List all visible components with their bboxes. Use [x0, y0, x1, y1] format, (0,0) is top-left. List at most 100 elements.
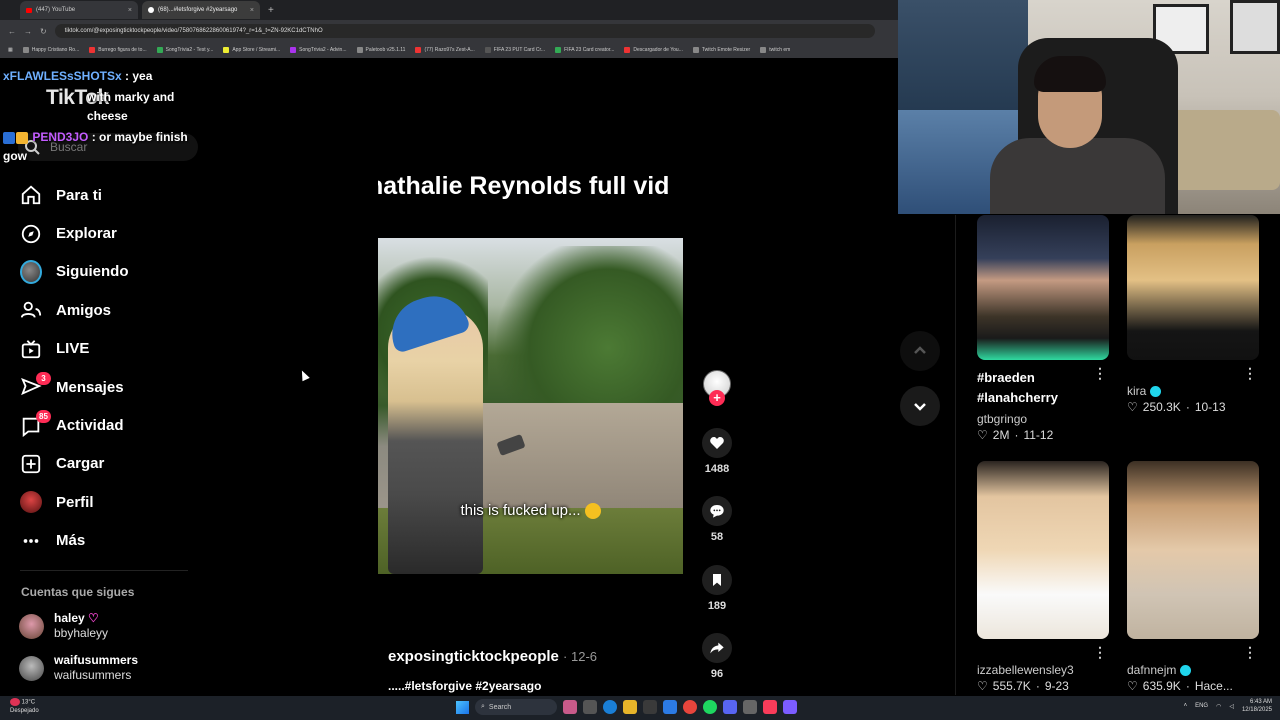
bookmark[interactable]: App Store / Streami...: [223, 47, 280, 53]
nav-item-explorar[interactable]: Explorar: [20, 214, 190, 252]
nav-item-siguiendo[interactable]: Siguiendo: [20, 253, 190, 291]
nav-item-mas[interactable]: Más: [20, 522, 190, 560]
taskbar-search[interactable]: ⌕ Search: [475, 699, 557, 715]
related-video-card[interactable]: ⋮ kira ♡ 250.3K · 10-13: [1127, 215, 1259, 414]
follow-plus-icon[interactable]: +: [709, 390, 725, 406]
related-video-card[interactable]: ⋮ izzabellewensley3 ♡ 555.7K · 9-23: [977, 461, 1109, 693]
nav-label: LIVE: [56, 340, 90, 358]
volume-icon[interactable]: ◁: [1229, 703, 1234, 710]
video-author[interactable]: exposingticktockpeople · 12-6: [388, 648, 597, 665]
close-icon[interactable]: ×: [128, 7, 132, 14]
weather-widget[interactable]: 13°C Despejado: [10, 698, 39, 715]
tab-tiktok[interactable]: (68)...#letsforgive #2yearsago ×: [142, 1, 260, 19]
close-icon[interactable]: ×: [250, 7, 254, 14]
heart-outline-icon: ♡: [1127, 400, 1138, 414]
bookmark[interactable]: Twitch Emote Resizer: [692, 47, 750, 53]
sidebar-divider: [20, 570, 188, 571]
language-indicator[interactable]: ENG: [1195, 703, 1208, 709]
related-video-stats: ♡ 2M · 11-12: [977, 428, 1054, 442]
bookmark[interactable]: FIFA 23 Card creator...: [555, 47, 614, 53]
live-tv-icon: [20, 338, 42, 360]
store-icon[interactable]: [643, 700, 657, 714]
edge-icon[interactable]: [603, 700, 617, 714]
video-thumbnail[interactable]: [977, 461, 1109, 639]
verified-icon: [1180, 664, 1192, 676]
author-name[interactable]: exposingticktockpeople: [388, 648, 559, 665]
related-video-user[interactable]: kira: [1127, 384, 1259, 398]
url-field[interactable]: tiktok.com/@exposingticktockpeople/video…: [54, 24, 875, 38]
tab-youtube[interactable]: (447) YouTube ×: [20, 1, 138, 19]
activity-badge: 85: [36, 410, 51, 424]
nav-label: Perfil: [56, 493, 94, 511]
wifi-icon[interactable]: ◠: [1216, 703, 1221, 710]
chat-text: : yea: [125, 69, 153, 83]
related-video-title[interactable]: #braeden #lanahcherry: [977, 368, 1109, 408]
video-thumbnail[interactable]: [1127, 461, 1259, 639]
post-date: 11-12: [1023, 428, 1054, 442]
chat-message: with marky and cheese: [3, 88, 203, 126]
system-tray: ˄ ENG ◠ ◁ 6:43 AM 12/18/2025: [1184, 698, 1272, 714]
video-thumbnail[interactable]: [1127, 215, 1259, 360]
previous-video-button[interactable]: [900, 331, 940, 371]
reload-icon[interactable]: ↻: [40, 27, 47, 36]
video-player[interactable]: this is fucked up...: [378, 238, 683, 574]
comment-button[interactable]: 58: [700, 496, 734, 543]
apps-icon[interactable]: ▦: [8, 47, 13, 53]
discord-icon[interactable]: [723, 700, 737, 714]
more-options-icon[interactable]: ⋮: [1093, 365, 1107, 382]
task-view-icon[interactable]: [583, 700, 597, 714]
like-button[interactable]: 1488: [700, 428, 734, 475]
app-icon[interactable]: [743, 700, 757, 714]
file-explorer-icon[interactable]: [623, 700, 637, 714]
more-options-icon[interactable]: ⋮: [1093, 644, 1107, 661]
video-description[interactable]: .....#letsforgive #2yearsago: [388, 679, 541, 693]
bookmark[interactable]: SongTrivia2 - Advin...: [290, 47, 347, 53]
account-name: haley ♡: [54, 611, 99, 625]
nav-item-para-ti[interactable]: Para ti: [20, 176, 190, 214]
music-icon[interactable]: [763, 700, 777, 714]
spotify-icon[interactable]: [703, 700, 717, 714]
bookmark[interactable]: Happy Cristiano Ro...: [22, 47, 79, 53]
related-video-user[interactable]: izzabellewensley3: [977, 663, 1109, 677]
related-video-user[interactable]: dafnnejm: [1127, 663, 1259, 677]
bookmark[interactable]: SongTrivia2 - Test y...: [156, 47, 213, 53]
nav-item-cargar[interactable]: Cargar: [20, 445, 190, 483]
related-video-card[interactable]: ⋮ dafnnejm ♡ 635.9K · Hace...: [1127, 461, 1259, 693]
following-accounts-title: Cuentas que sigues: [21, 585, 135, 599]
next-video-button[interactable]: [900, 386, 940, 426]
more-options-icon[interactable]: ⋮: [1243, 644, 1257, 661]
nav-item-live[interactable]: LIVE: [20, 330, 190, 368]
related-video-stats: ♡ 250.3K · 10-13: [1127, 400, 1226, 414]
related-video-card[interactable]: ⋮ #braeden #lanahcherry gtbgringo ♡ 2M · …: [977, 215, 1109, 442]
following-account[interactable]: haley ♡ bbyhaleyy: [19, 611, 189, 641]
clock[interactable]: 6:43 AM 12/18/2025: [1242, 698, 1272, 714]
chat-text: with marky and cheese: [87, 90, 175, 123]
mail-icon[interactable]: [663, 700, 677, 714]
bookmark[interactable]: Paletoob v25.1.11: [356, 47, 405, 53]
bookmark[interactable]: twitch em: [760, 47, 790, 53]
video-thumbnail[interactable]: [977, 215, 1109, 360]
more-options-icon[interactable]: ⋮: [1243, 365, 1257, 382]
bookmark[interactable]: (77) Razo97s Zest-A...: [415, 47, 475, 53]
widget-icon[interactable]: [563, 700, 577, 714]
share-button[interactable]: 96: [700, 633, 734, 680]
chevron-up-icon[interactable]: ˄: [1184, 703, 1188, 709]
following-account[interactable]: waifusummers waifusummers: [19, 653, 189, 683]
forward-icon[interactable]: →: [24, 27, 32, 36]
chrome-icon[interactable]: [683, 700, 697, 714]
save-button[interactable]: 189: [700, 565, 734, 612]
new-tab-icon[interactable]: +: [268, 5, 274, 16]
avatar: [19, 655, 44, 681]
bookmark[interactable]: FIFA 23 PUT Card Cr...: [484, 47, 545, 53]
bookmark[interactable]: Burrego figura de to...: [89, 47, 147, 53]
bookmark[interactable]: Descargador de You...: [624, 47, 683, 53]
related-video-user[interactable]: gtbgringo: [977, 412, 1109, 426]
nav-item-actividad[interactable]: 85 Actividad: [20, 406, 190, 444]
windows-start-icon[interactable]: [456, 700, 469, 714]
teams-icon[interactable]: [783, 700, 797, 714]
nav-item-mensajes[interactable]: 3 Mensajes: [20, 368, 190, 406]
tab-label: (68)...#letsforgive #2yearsago: [158, 7, 238, 13]
back-icon[interactable]: ←: [8, 27, 16, 36]
nav-item-perfil[interactable]: Perfil: [20, 483, 190, 521]
nav-item-amigos[interactable]: Amigos: [20, 291, 190, 329]
